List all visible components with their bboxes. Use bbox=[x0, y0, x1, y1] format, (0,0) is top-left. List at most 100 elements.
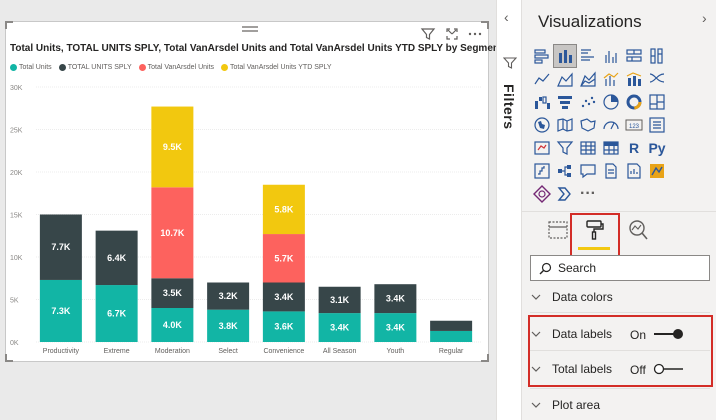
scatter-chart-icon[interactable] bbox=[577, 91, 599, 113]
legend-item[interactable]: TOTAL UNITS SPLY bbox=[58, 64, 132, 71]
qa-visual-icon[interactable] bbox=[577, 160, 599, 182]
data-labels-state: On bbox=[630, 328, 647, 342]
100-percent-column-chart-icon[interactable] bbox=[646, 45, 668, 67]
gauge-icon[interactable] bbox=[600, 114, 622, 136]
legend-marker bbox=[58, 64, 66, 71]
r-script-visual-icon[interactable]: R bbox=[623, 137, 645, 159]
bar-segment[interactable] bbox=[151, 187, 194, 279]
chevron-right-icon[interactable]: › bbox=[702, 10, 707, 26]
section-total-labels[interactable]: Total labels Off bbox=[530, 358, 710, 380]
funnel-chart-icon[interactable] bbox=[554, 91, 576, 113]
bar-segment[interactable] bbox=[151, 106, 194, 188]
line-clustered-column-icon[interactable] bbox=[600, 68, 622, 90]
drag-grip-icon[interactable] bbox=[242, 26, 258, 36]
kpi-icon[interactable] bbox=[531, 137, 553, 159]
bar-segment[interactable] bbox=[207, 282, 250, 310]
ribbon-chart-icon[interactable] bbox=[646, 68, 668, 90]
collapse-pane-icon[interactable]: ‹ bbox=[504, 9, 509, 25]
smart-narrative-icon[interactable] bbox=[623, 160, 645, 182]
x-tick-label: Convenience bbox=[263, 348, 304, 355]
filled-map-icon[interactable] bbox=[554, 114, 576, 136]
bar-segment[interactable] bbox=[207, 309, 250, 342]
bar-segment[interactable] bbox=[39, 279, 82, 342]
bar-segment[interactable] bbox=[374, 284, 417, 314]
format-paint-roller-icon[interactable] bbox=[583, 218, 607, 242]
x-tick-label: Select bbox=[218, 348, 238, 355]
stacked-column-chart-icon[interactable] bbox=[553, 44, 577, 68]
matrix-icon[interactable] bbox=[600, 137, 622, 159]
key-influencers-icon[interactable] bbox=[531, 160, 553, 182]
legend-item[interactable]: Total VanArsdel Units bbox=[138, 64, 214, 71]
divider bbox=[522, 211, 716, 212]
shape-map-icon[interactable] bbox=[577, 114, 599, 136]
filter-pane-icon[interactable] bbox=[503, 56, 517, 70]
bar-segment[interactable] bbox=[39, 214, 82, 280]
divider bbox=[530, 350, 710, 351]
arcgis-map-icon[interactable] bbox=[646, 160, 668, 182]
clustered-column-chart-icon[interactable] bbox=[600, 45, 622, 67]
section-data-labels[interactable]: Data labels On bbox=[530, 323, 710, 345]
analytics-tab-icon[interactable] bbox=[626, 218, 650, 242]
section-data-colors[interactable]: Data colors bbox=[530, 286, 710, 308]
bar-segment[interactable] bbox=[95, 230, 138, 286]
stacked-column-visual[interactable]: Total Units, TOTAL UNITS SPLY, Total Van… bbox=[5, 21, 502, 362]
stacked-bar-chart-icon[interactable] bbox=[531, 45, 553, 67]
bar-segment[interactable] bbox=[151, 278, 194, 308]
bar-segment[interactable] bbox=[262, 311, 305, 342]
power-apps-icon[interactable] bbox=[531, 183, 553, 205]
r-label: R bbox=[628, 140, 640, 156]
line-stacked-column-icon[interactable] bbox=[623, 68, 645, 90]
pie-chart-icon[interactable] bbox=[600, 91, 622, 113]
bar-segment[interactable] bbox=[318, 286, 361, 314]
resize-handle-top-left[interactable] bbox=[5, 21, 13, 29]
bar-segment[interactable] bbox=[262, 234, 305, 283]
clustered-bar-chart-icon[interactable] bbox=[577, 45, 599, 67]
python-visual-icon[interactable]: Py bbox=[646, 137, 668, 159]
100-percent-bar-chart-icon[interactable] bbox=[623, 45, 645, 67]
bar-segment[interactable] bbox=[374, 313, 417, 342]
treemap-icon[interactable] bbox=[646, 91, 668, 113]
card-icon[interactable]: 123 bbox=[623, 114, 645, 136]
data-labels-toggle[interactable] bbox=[653, 328, 685, 340]
active-tab-underline bbox=[578, 247, 610, 250]
power-automate-icon[interactable] bbox=[554, 183, 576, 205]
paginated-report-icon[interactable] bbox=[600, 160, 622, 182]
stacked-area-chart-icon[interactable] bbox=[577, 68, 599, 90]
resize-handle-bottom-right[interactable] bbox=[481, 354, 489, 362]
bar-segment[interactable] bbox=[318, 313, 361, 342]
x-tick-label: All Season bbox=[323, 348, 357, 355]
filters-pane-label[interactable]: Filters bbox=[501, 84, 517, 130]
divider bbox=[530, 388, 710, 389]
bar-segment[interactable] bbox=[151, 308, 194, 342]
legend-item[interactable]: Total Units bbox=[10, 64, 52, 71]
y-tick-label: 20K bbox=[10, 170, 23, 177]
slicer-icon[interactable] bbox=[554, 137, 576, 159]
line-chart-icon[interactable] bbox=[531, 68, 553, 90]
more-options-icon[interactable] bbox=[467, 26, 483, 42]
total-labels-toggle[interactable] bbox=[653, 363, 685, 375]
bar-segment[interactable] bbox=[262, 184, 305, 235]
x-tick-label: Extreme bbox=[104, 348, 130, 355]
area-chart-icon[interactable] bbox=[554, 68, 576, 90]
legend-item[interactable]: Total VanArsdel Units YTD SPLY bbox=[221, 64, 332, 71]
filters-pane-collapsed: ‹ Filters bbox=[496, 0, 522, 420]
resize-handle-bottom-left[interactable] bbox=[5, 354, 13, 362]
bar-segment[interactable] bbox=[430, 320, 473, 331]
bar-segment[interactable] bbox=[262, 282, 305, 312]
fields-tab-icon[interactable] bbox=[546, 218, 570, 242]
format-search-box[interactable] bbox=[530, 255, 710, 281]
bar-segment[interactable] bbox=[430, 330, 473, 342]
decomposition-tree-icon[interactable] bbox=[554, 160, 576, 182]
focus-mode-icon[interactable] bbox=[444, 26, 460, 42]
search-input[interactable] bbox=[558, 261, 698, 275]
table-icon[interactable] bbox=[577, 137, 599, 159]
bar-segment[interactable] bbox=[95, 285, 138, 342]
legend-marker bbox=[138, 64, 146, 71]
multi-row-card-icon[interactable] bbox=[646, 114, 668, 136]
map-icon[interactable] bbox=[531, 114, 553, 136]
section-plot-area[interactable]: Plot area bbox=[530, 394, 710, 416]
donut-chart-icon[interactable] bbox=[623, 91, 645, 113]
more-visuals-icon[interactable]: ··· bbox=[577, 183, 599, 205]
waterfall-chart-icon[interactable] bbox=[531, 91, 553, 113]
filter-icon[interactable] bbox=[420, 26, 436, 42]
